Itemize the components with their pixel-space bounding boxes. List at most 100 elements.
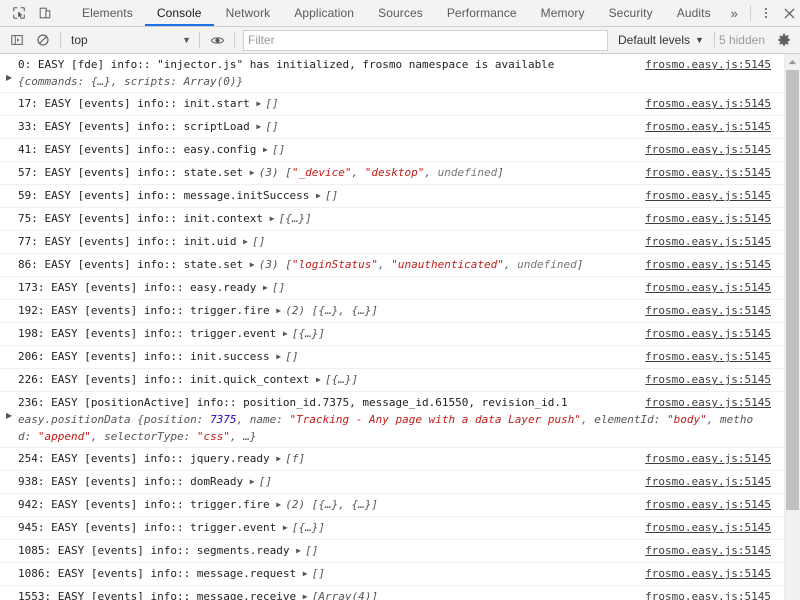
tab-performance[interactable]: Performance	[435, 0, 529, 26]
console-message-row[interactable]: 1553: EASY [events] info:: message.recei…	[0, 586, 785, 600]
kebab-menu-icon[interactable]	[755, 1, 777, 25]
expand-arrow-icon[interactable]: ▶	[270, 210, 279, 227]
expand-arrow-icon[interactable]: ▶	[316, 371, 325, 388]
message-text-part: []	[312, 567, 325, 580]
console-message-row[interactable]: 1085: EASY [events] info:: segments.read…	[0, 540, 785, 563]
expand-arrow-icon[interactable]: ▶	[263, 279, 272, 296]
console-message-row[interactable]: 254: EASY [events] info:: jquery.ready ▶…	[0, 448, 785, 471]
source-link[interactable]: frosmo.easy.js:5145	[645, 473, 771, 490]
gear-icon[interactable]	[771, 29, 797, 51]
console-message-row[interactable]: 206: EASY [events] info:: init.success ▶…	[0, 346, 785, 369]
filter-input[interactable]	[243, 30, 608, 51]
console-message-row[interactable]: 75: EASY [events] info:: init.context ▶[…	[0, 208, 785, 231]
expand-arrow-icon[interactable]: ▶	[276, 348, 285, 365]
expand-arrow-icon[interactable]: ▶	[250, 473, 259, 490]
device-toolbar-icon[interactable]	[32, 1, 58, 25]
source-link[interactable]: frosmo.easy.js:5145	[645, 302, 771, 319]
source-link[interactable]: frosmo.easy.js:5145	[645, 542, 771, 559]
expand-arrow-icon[interactable]: ▶	[276, 496, 285, 513]
console-message-row[interactable]: 17: EASY [events] info:: init.start ▶[]f…	[0, 93, 785, 116]
scrollbar-thumb[interactable]	[786, 70, 799, 510]
expand-arrow-icon[interactable]: ▶	[303, 588, 312, 600]
console-scrollbar[interactable]	[784, 54, 800, 600]
chevron-down-icon: ▼	[695, 35, 704, 45]
console-message-row[interactable]: 173: EASY [events] info:: easy.ready ▶[]…	[0, 277, 785, 300]
expand-arrow-icon[interactable]: ▶	[276, 450, 285, 467]
console-message-row[interactable]: 1086: EASY [events] info:: message.reque…	[0, 563, 785, 586]
console-message-row[interactable]: 945: EASY [events] info:: trigger.event …	[0, 517, 785, 540]
expand-arrow-icon[interactable]: ▶	[263, 141, 272, 158]
source-link[interactable]: frosmo.easy.js:5145	[645, 450, 771, 467]
inspect-element-icon[interactable]	[6, 1, 32, 25]
close-icon[interactable]	[777, 1, 800, 25]
source-link[interactable]: frosmo.easy.js:5145	[645, 56, 771, 73]
source-link[interactable]: frosmo.easy.js:5145	[645, 95, 771, 112]
clear-console-icon[interactable]	[30, 29, 56, 51]
message-text-part: [{…}]	[325, 373, 358, 386]
console-message-row[interactable]: 192: EASY [events] info:: trigger.fire ▶…	[0, 300, 785, 323]
source-link[interactable]: frosmo.easy.js:5145	[645, 279, 771, 296]
expand-arrow-icon[interactable]: ▶	[256, 118, 265, 135]
console-message-row[interactable]: 236: EASY [positionActive] info:: positi…	[0, 392, 785, 448]
console-message-row[interactable]: 59: EASY [events] info:: message.initSuc…	[0, 185, 785, 208]
tab-network[interactable]: Network	[214, 0, 283, 26]
console-message-row[interactable]: 57: EASY [events] info:: state.set ▶(3) …	[0, 162, 785, 185]
log-levels-select[interactable]: Default levels ▼	[612, 33, 710, 47]
tab-sources[interactable]: Sources	[366, 0, 435, 26]
tab-security[interactable]: Security	[597, 0, 665, 26]
console-message-row[interactable]: 86: EASY [events] info:: state.set ▶(3) …	[0, 254, 785, 277]
expand-arrow-icon[interactable]: ▶	[283, 519, 292, 536]
message-text-part: "append"	[38, 430, 91, 443]
source-link[interactable]: frosmo.easy.js:5145	[645, 210, 771, 227]
more-tabs-icon[interactable]: »	[723, 0, 746, 26]
expand-arrow-icon[interactable]: ▶	[303, 565, 312, 582]
source-link[interactable]: frosmo.easy.js:5145	[645, 187, 771, 204]
expand-object-arrow-icon[interactable]: ▶	[6, 411, 12, 420]
console-message-row[interactable]: 0: EASY [fde] info:: "injector.js" has i…	[0, 54, 785, 93]
filterbar-right: 5 hidden	[710, 27, 800, 53]
device-toolbar-icon-svg	[38, 6, 52, 20]
source-link[interactable]: frosmo.easy.js:5145	[645, 519, 771, 536]
expand-arrow-icon[interactable]: ▶	[276, 302, 285, 319]
expand-arrow-icon[interactable]: ▶	[283, 325, 292, 342]
tab-application[interactable]: Application	[282, 0, 366, 26]
console-sidebar-icon[interactable]	[4, 29, 30, 51]
expand-arrow-icon[interactable]: ▶	[243, 233, 252, 250]
live-expression-icon[interactable]	[204, 29, 230, 51]
console-message-row[interactable]: 942: EASY [events] info:: trigger.fire ▶…	[0, 494, 785, 517]
source-link[interactable]: frosmo.easy.js:5145	[645, 256, 771, 273]
console-message-row[interactable]: 226: EASY [events] info:: init.quick_con…	[0, 369, 785, 392]
console-message-row[interactable]: 198: EASY [events] info:: trigger.event …	[0, 323, 785, 346]
source-link[interactable]: frosmo.easy.js:5145	[645, 496, 771, 513]
expand-arrow-icon[interactable]: ▶	[316, 187, 325, 204]
message-text-part: "body"	[667, 413, 707, 426]
execution-context-select[interactable]: top ▼	[65, 30, 195, 50]
source-link[interactable]: frosmo.easy.js:5145	[645, 348, 771, 365]
console-message-row[interactable]: 33: EASY [events] info:: scriptLoad ▶[]f…	[0, 116, 785, 139]
tab-memory[interactable]: Memory	[529, 0, 597, 26]
source-link[interactable]: frosmo.easy.js:5145	[645, 371, 771, 388]
tab-elements[interactable]: Elements	[70, 0, 145, 26]
source-link[interactable]: frosmo.easy.js:5145	[645, 565, 771, 582]
expand-arrow-icon[interactable]: ▶	[250, 164, 259, 181]
source-link[interactable]: frosmo.easy.js:5145	[645, 233, 771, 250]
source-link[interactable]: frosmo.easy.js:5145	[645, 164, 771, 181]
source-link[interactable]: frosmo.easy.js:5145	[645, 118, 771, 135]
source-link[interactable]: frosmo.easy.js:5145	[645, 588, 771, 600]
expand-arrow-icon[interactable]: ▶	[256, 95, 265, 112]
console-message-row[interactable]: 77: EASY [events] info:: init.uid ▶[]fro…	[0, 231, 785, 254]
source-link[interactable]: frosmo.easy.js:5145	[645, 394, 771, 411]
tab-audits[interactable]: Audits	[665, 0, 723, 26]
source-link[interactable]: frosmo.easy.js:5145	[645, 141, 771, 158]
console-message-row[interactable]: 938: EASY [events] info:: domReady ▶[]fr…	[0, 471, 785, 494]
message-text-part: [	[285, 258, 292, 271]
expand-arrow-icon[interactable]: ▶	[250, 256, 259, 273]
expand-object-arrow-icon[interactable]: ▶	[6, 73, 12, 82]
message-text-part: 206: EASY [events] info:: init.success	[18, 350, 276, 363]
console-message-row[interactable]: 41: EASY [events] info:: easy.config ▶[]…	[0, 139, 785, 162]
source-link[interactable]: frosmo.easy.js:5145	[645, 325, 771, 342]
expand-arrow-icon[interactable]: ▶	[296, 542, 305, 559]
tab-console[interactable]: Console	[145, 0, 214, 26]
scrollbar-up-arrow-icon[interactable]	[785, 54, 800, 69]
kebab-dot	[765, 12, 767, 14]
